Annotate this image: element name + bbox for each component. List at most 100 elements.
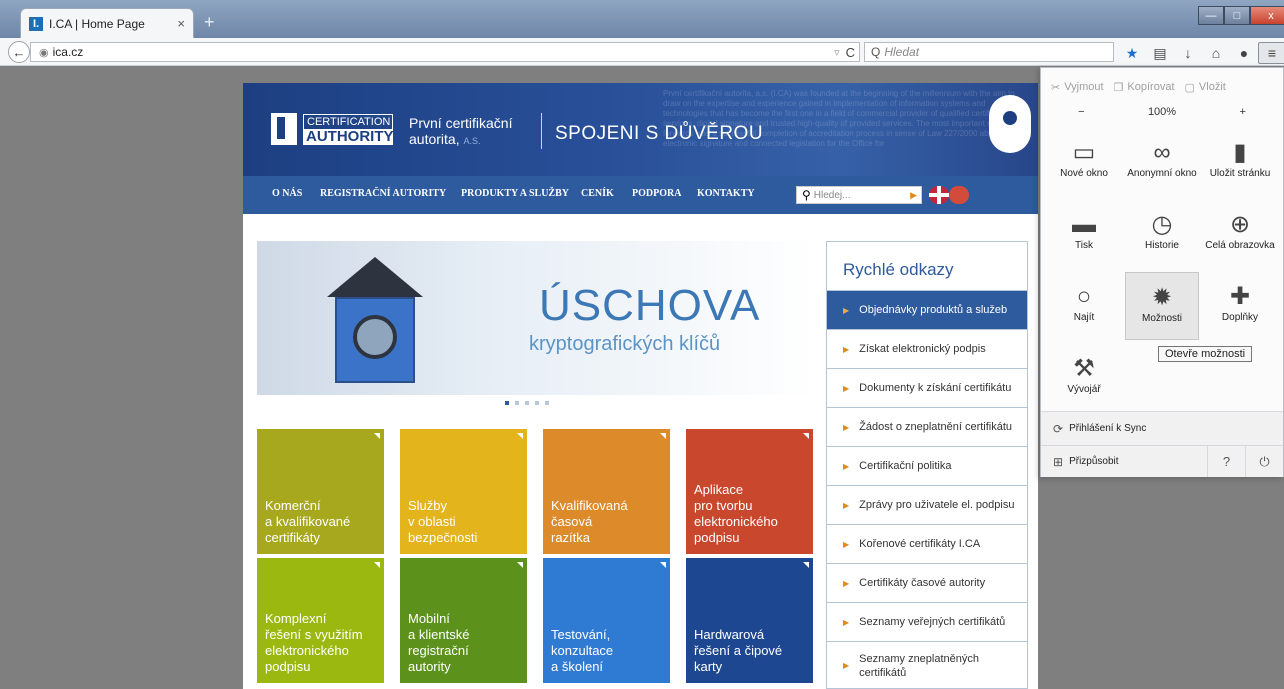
star-icon[interactable]: ★ xyxy=(1118,42,1146,64)
bullet-icon: ▶ xyxy=(843,383,850,393)
carousel-dot[interactable] xyxy=(505,401,509,405)
quit-icon[interactable]: ⏻ xyxy=(1245,446,1283,477)
menu-produkty-a-sluzby[interactable]: PRODUKTY A SLUŽBY xyxy=(461,188,569,199)
tile-label: Kvalifikovaná časová razítka xyxy=(551,498,628,545)
paste-button[interactable]: ▢ Vložit xyxy=(1185,81,1226,94)
carousel-dot[interactable] xyxy=(535,401,539,405)
tab-close-icon[interactable]: × xyxy=(177,16,185,31)
new-tab-button[interactable]: + xyxy=(204,12,215,33)
quick-links-panel: Rychlé odkazy ▶ Objednávky produktů a slu… xyxy=(826,241,1028,689)
quick-link-label: Seznamy zneplatněných certifikátů xyxy=(859,652,980,679)
english-flag-icon[interactable] xyxy=(929,186,949,204)
tile-testovani-skoleni[interactable]: Testování, konzultace a školení xyxy=(543,558,670,683)
carousel-dot[interactable] xyxy=(545,401,549,405)
quick-link[interactable]: ▶ Seznamy zneplatněných certifikátů xyxy=(827,641,1027,689)
printer-icon: ▬ xyxy=(1072,210,1096,238)
zoom-controls: − 100% + xyxy=(1041,106,1283,126)
options-button[interactable]: ✹ Možnosti xyxy=(1125,272,1199,340)
carousel-dot[interactable] xyxy=(525,401,529,405)
menu-cenik[interactable]: CENÍK xyxy=(581,188,614,199)
quick-link[interactable]: ▶ Seznamy veřejných certifikátů xyxy=(827,602,1027,641)
copy-button[interactable]: ❐ Kopírovat xyxy=(1114,81,1175,94)
carousel-dot[interactable] xyxy=(515,401,519,405)
site-search-input[interactable]: ⚲ Hledej... ▶ xyxy=(796,186,922,204)
tile-aplikace-podpisu[interactable]: Aplikace pro tvorbu elektronického podpi… xyxy=(686,429,813,554)
quick-link[interactable]: ▶ Certifikáty časové autority xyxy=(827,563,1027,602)
hero-banner[interactable]: ÚSCHOVA kryptografických klíčů xyxy=(257,241,815,395)
minimize-button[interactable]: — xyxy=(1198,6,1224,25)
zoom-in-button[interactable]: + xyxy=(1202,106,1283,126)
bullet-icon: ▶ xyxy=(843,539,850,549)
tile-casova-razitka[interactable]: Kvalifikovaná časová razítka xyxy=(543,429,670,554)
find-button[interactable]: ○ Najít xyxy=(1047,272,1121,340)
site-search-submit-icon[interactable]: ▶ xyxy=(910,190,917,201)
tile-komercni-certifikaty[interactable]: Komerční a kvalifikované certifikáty xyxy=(257,429,384,554)
browser-tab[interactable]: I. I.CA | Home Page × xyxy=(20,8,194,38)
customize-button[interactable]: ⊞ Přizpůsobit ? ⏻ xyxy=(1041,445,1283,477)
sync-label: Přihlášení k Sync xyxy=(1069,423,1147,434)
bullet-icon: ▶ xyxy=(843,422,850,432)
button-label: Vývojář xyxy=(1067,384,1101,395)
addons-button[interactable]: ✚ Doplňky xyxy=(1203,272,1277,340)
quick-link[interactable]: ▶ Kořenové certifikáty I.CA xyxy=(827,524,1027,563)
menu-kontakty[interactable]: KONTAKTY xyxy=(697,188,755,199)
print-button[interactable]: ▬ Tisk xyxy=(1047,200,1121,268)
tile-label: Mobilní a klientské registrační autority xyxy=(408,611,470,674)
tile-label: Služby v oblasti bezpečnosti xyxy=(408,498,478,545)
cut-button[interactable]: ✂ Vyjmout xyxy=(1051,81,1104,94)
new-window-button[interactable]: ▭ Nové okno xyxy=(1047,128,1121,196)
tile-mobilni-autority[interactable]: Mobilní a klientské registrační autority xyxy=(400,558,527,683)
back-button[interactable]: ← xyxy=(8,41,30,63)
menu-registracni-autority[interactable]: REGISTRAČNÍ AUTORITY xyxy=(320,188,446,199)
quick-link-label: Certifikáty časové autority xyxy=(859,577,986,589)
tile-komplexni-reseni[interactable]: Komplexní řešení s využitím elektronické… xyxy=(257,558,384,683)
wrench-icon: ⚒ xyxy=(1073,354,1095,382)
quick-link[interactable]: ▶ Získat elektronický podpis xyxy=(827,329,1027,368)
home-icon[interactable]: ⌂ xyxy=(1202,42,1230,64)
button-label: Celá obrazovka xyxy=(1205,240,1275,251)
site-search-placeholder: Hledej... xyxy=(813,189,851,201)
language-flag-icon[interactable] xyxy=(949,186,969,204)
copy-label: Kopírovat xyxy=(1127,81,1175,93)
quick-link[interactable]: ▶ Žádost o zneplatnění certifikátu xyxy=(827,407,1027,446)
quick-link[interactable]: ▶ Zprávy pro uživatele el. podpisu xyxy=(827,485,1027,524)
quick-link[interactable]: ▶ Objednávky produktů a služeb xyxy=(827,290,1027,329)
sync-signin-button[interactable]: ⟳ Přihlášení k Sync xyxy=(1041,411,1283,445)
help-icon[interactable]: ? xyxy=(1207,446,1245,477)
search-input[interactable]: Q Hledat xyxy=(864,42,1114,62)
site-favicon-icon: I. xyxy=(29,16,43,31)
zoom-out-button[interactable]: − xyxy=(1041,106,1122,126)
logo-mark-icon[interactable] xyxy=(271,113,297,145)
url-history-dropdown-icon[interactable]: ▿ xyxy=(834,46,840,59)
url-bar[interactable]: ◉ ica.cz ▿ C xyxy=(30,42,860,62)
fullscreen-button[interactable]: ⊕ Celá obrazovka xyxy=(1203,200,1277,268)
reading-list-icon[interactable]: ▤ xyxy=(1146,42,1174,64)
download-icon[interactable]: ↓ xyxy=(1174,42,1202,64)
save-page-button[interactable]: ▮ Uložit stránku xyxy=(1203,128,1277,196)
tile-sluzby-bezpecnosti[interactable]: Služby v oblasti bezpečnosti xyxy=(400,429,527,554)
private-window-button[interactable]: ∞ Anonymní okno xyxy=(1125,128,1199,196)
reload-icon[interactable]: C xyxy=(846,45,855,60)
brand-line1: První certifikační xyxy=(409,115,513,131)
tile-label: Aplikace pro tvorbu elektronického podpi… xyxy=(694,482,778,545)
window-icon: ▭ xyxy=(1072,138,1096,166)
menu-o-nas[interactable]: O NÁS xyxy=(272,188,302,199)
menu-icon[interactable]: ≡ xyxy=(1258,42,1284,64)
developer-button[interactable]: ⚒ Vývojář xyxy=(1047,344,1121,412)
close-window-button[interactable]: x xyxy=(1250,6,1284,25)
quick-link-label: Dokumenty k získání certifikátu xyxy=(859,382,1012,394)
quick-link[interactable]: ▶ Certifikační politika xyxy=(827,446,1027,485)
copy-icon: ❐ xyxy=(1113,81,1124,94)
customize-label: Přizpůsobit xyxy=(1069,456,1119,467)
quick-links-title: Rychlé odkazy xyxy=(843,260,954,279)
zoom-reset-button[interactable]: 100% xyxy=(1122,106,1203,126)
button-label: Nové okno xyxy=(1060,168,1108,179)
puzzle-icon: ✚ xyxy=(1229,282,1251,310)
history-button[interactable]: ◷ Historie xyxy=(1125,200,1199,268)
chat-icon[interactable]: ● xyxy=(1230,42,1258,64)
url-text[interactable]: ica.cz xyxy=(53,45,834,59)
quick-link[interactable]: ▶ Dokumenty k získání certifikátu xyxy=(827,368,1027,407)
maximize-button[interactable]: □ xyxy=(1224,6,1250,25)
menu-podpora[interactable]: PODPORA xyxy=(632,188,681,199)
tile-hardwarova-reseni[interactable]: Hardwarová řešení a čipové karty xyxy=(686,558,813,683)
